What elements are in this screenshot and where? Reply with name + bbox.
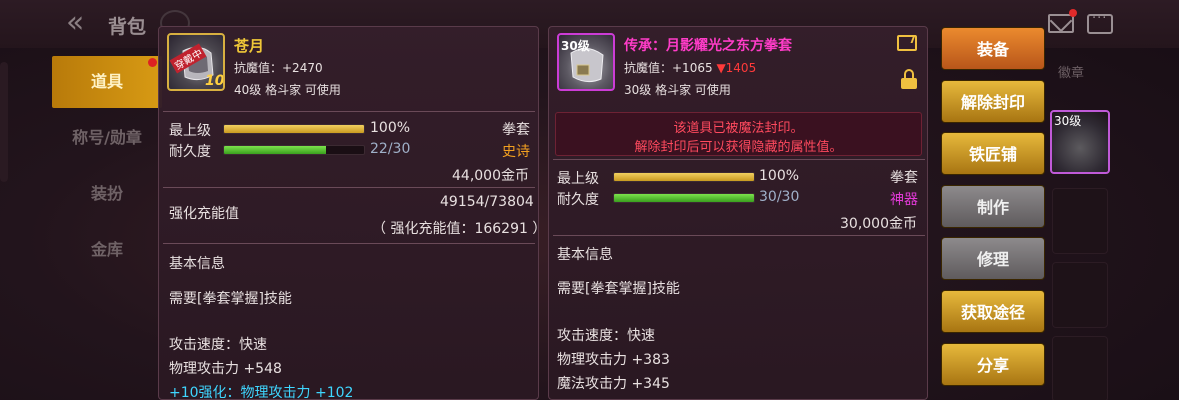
notification-dot [1069, 9, 1077, 17]
magic-resist-decrease: ▼1405 [716, 61, 757, 75]
basic-info-title: 基本信息 [557, 247, 613, 263]
craft-button[interactable]: 制作 [941, 185, 1045, 228]
max-level-bar-fill [224, 125, 364, 133]
equipped-item-tooltip: 穿戴中 10 苍月 抗魔值：+2470 40级 格斗家 可使用 最上级 100%… [158, 26, 546, 400]
magic-resist: 抗魔值：+2470 [234, 61, 323, 75]
usage-requirement: 30级 格斗家 可使用 [624, 83, 731, 97]
usage-requirement: 40级 格斗家 可使用 [234, 83, 341, 97]
page-title: 背包 [108, 16, 147, 38]
sidebar-item-vault[interactable]: 金库 [52, 224, 162, 276]
physical-attack: 物理攻击力 +548 [169, 361, 282, 377]
seal-notice-line2: 解除封印后可以获得隐藏的属性值。 [634, 140, 843, 155]
sidebar: 道具 称号/勋章 装扮 金库 [52, 48, 162, 400]
sidebar-item-items[interactable]: 道具 [52, 56, 162, 108]
divider [163, 111, 535, 112]
notification-dot [148, 58, 157, 67]
item-price: 44,000金币 [452, 168, 529, 184]
physical-attack: 物理攻击力 +383 [557, 352, 670, 368]
unseal-button[interactable]: 解除封印 [941, 80, 1045, 123]
item-rarity: 神器 [890, 192, 918, 208]
divider [163, 243, 535, 244]
equip-button[interactable]: 装备 [941, 27, 1045, 70]
divider [553, 235, 925, 236]
durability-value: 30/30 [759, 189, 800, 205]
item-rarity: 史诗 [502, 144, 530, 160]
item-name: 传承：月影耀光之东方拳套 [624, 38, 792, 54]
seal-notice: 该道具已被魔法封印。 解除封印后可以获得隐藏的属性值。 [555, 112, 922, 156]
back-arrow-icon[interactable]: « [66, 8, 100, 38]
durability-label: 耐久度 [169, 144, 211, 160]
blacksmith-button[interactable]: 铁匠铺 [941, 132, 1045, 175]
item-icon: 穿戴中 10 [167, 33, 225, 91]
divider [163, 187, 535, 188]
attack-speed: 攻击速度：快速 [557, 328, 655, 344]
tab-badges[interactable]: 徽章 [1058, 62, 1084, 81]
enhance-bonus: +10强化：物理攻击力 +102 [169, 385, 354, 400]
durability-label: 耐久度 [557, 192, 599, 208]
acquire-route-button[interactable]: 获取途径 [941, 290, 1045, 333]
magic-resist: 抗魔值：+1065 ▼1405 [624, 59, 756, 76]
sidebar-item-titles[interactable]: 称号/勋章 [52, 112, 162, 164]
share-icon[interactable] [897, 35, 917, 51]
lock-icon [901, 69, 917, 89]
durability-bar-fill [224, 146, 327, 154]
skill-requirement: 需要[拳套掌握]技能 [169, 291, 292, 307]
magic-resist-value: 抗魔值：+1065 [624, 61, 713, 75]
divider [553, 159, 925, 160]
basic-info-title: 基本信息 [169, 256, 225, 272]
item-price: 30,000金币 [840, 216, 917, 232]
enhance-level-badge: 10 [205, 73, 225, 89]
attack-speed: 攻击速度：快速 [169, 337, 267, 353]
inventory-slot[interactable] [1052, 262, 1108, 328]
charge-value: 49154/73804 [440, 194, 534, 210]
charge-detail: （ 强化充能值：166291 ） [372, 221, 547, 237]
item-type: 拳套 [502, 122, 530, 138]
max-level-bar [223, 124, 365, 134]
magic-attack: 魔法攻击力 +345 [557, 376, 670, 392]
seal-notice-line1: 该道具已被魔法封印。 [673, 121, 804, 136]
mail-icon[interactable] [1048, 14, 1074, 33]
level-badge: 30级 [561, 39, 590, 53]
inventory-slot[interactable] [1052, 336, 1108, 400]
share-button[interactable]: 分享 [941, 343, 1045, 386]
max-level-bar-fill [614, 173, 754, 181]
max-level-label: 最上级 [557, 171, 599, 187]
max-level-label: 最上级 [169, 123, 211, 139]
slot-level-label: 30级 [1054, 114, 1082, 128]
durability-bar-fill [614, 194, 754, 202]
repair-button[interactable]: 修理 [941, 237, 1045, 280]
charge-label: 强化充能值 [169, 206, 239, 222]
item-type: 拳套 [890, 170, 918, 186]
skill-requirement: 需要[拳套掌握]技能 [557, 281, 680, 297]
item-name: 苍月 [234, 37, 265, 55]
item-icon: 30级 [557, 33, 615, 91]
durability-value: 22/30 [370, 141, 411, 157]
durability-bar [223, 145, 365, 155]
inventory-slot[interactable] [1052, 188, 1108, 254]
max-level-bar [613, 172, 755, 182]
max-level-value: 100% [370, 120, 411, 136]
compare-item-tooltip: 30级 传承：月影耀光之东方拳套 抗魔值：+1065 ▼1405 30级 格斗家… [548, 26, 928, 400]
left-edge-handle [0, 62, 8, 182]
max-level-value: 100% [759, 168, 800, 184]
sidebar-item-avatar[interactable]: 装扮 [52, 168, 162, 220]
durability-bar [613, 193, 755, 203]
chat-icon[interactable] [1087, 11, 1113, 34]
